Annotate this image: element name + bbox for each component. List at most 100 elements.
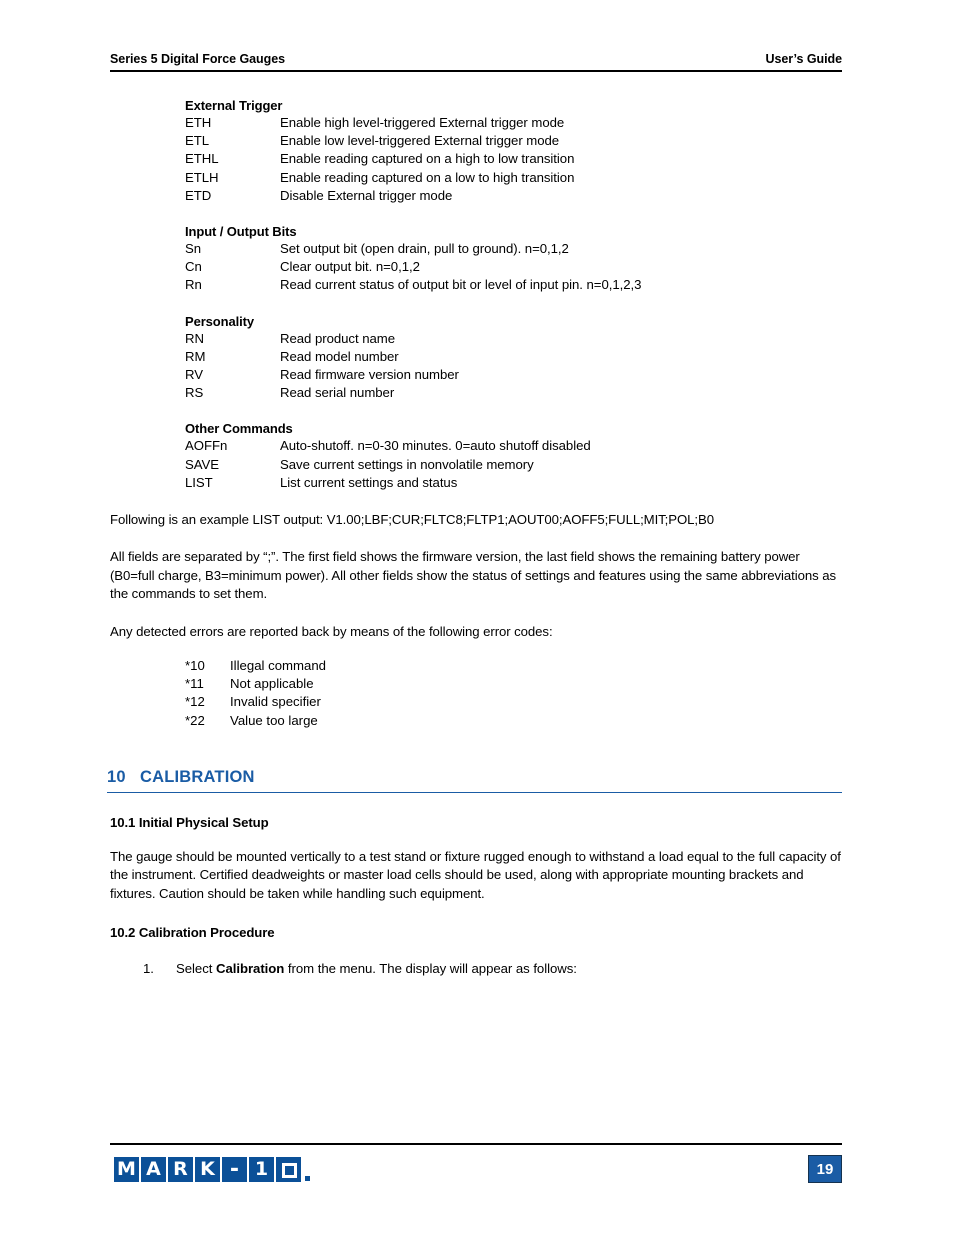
command-description: Enable reading captured on a high to low…: [280, 151, 575, 167]
section-heading-10-2: 10.2 Calibration Procedure: [110, 925, 275, 941]
header-divider: [110, 70, 842, 72]
command-name: LIST: [185, 474, 213, 490]
command-name: AOFFn: [185, 438, 228, 454]
command-group-title: Input / Output Bits: [185, 224, 297, 240]
command-name: SAVE: [185, 456, 220, 472]
error-code: *22: [185, 712, 205, 728]
command-row: RV Read firmware version number: [185, 366, 842, 384]
logo-letter-box: -: [222, 1157, 247, 1182]
error-code: *10: [185, 658, 205, 674]
command-name: RV: [185, 367, 203, 383]
logo-period: [305, 1176, 310, 1181]
command-description: Disable External trigger mode: [280, 187, 453, 203]
chapter-divider: [107, 791, 842, 793]
section-10-1-body: The gauge should be mounted vertically t…: [110, 848, 841, 901]
page-content: Series 5 Digital Force Gauges User’s Gui…: [107, 52, 842, 979]
chapter-heading: 10 CALIBRATION: [107, 768, 842, 793]
command-description: Read firmware version number: [280, 367, 459, 383]
command-row: ETD Disable External trigger mode: [185, 187, 842, 205]
command-name: RS: [185, 385, 204, 401]
procedure-step-1: 1. Select Calibration from the menu. The…: [143, 960, 842, 978]
command-row: ETH Enable high level-triggered External…: [185, 114, 842, 132]
command-description: Read current status of output bit or lev…: [280, 277, 642, 293]
command-row: ETL Enable low level-triggered External …: [185, 132, 842, 150]
logo-letter: M: [117, 1158, 136, 1180]
command-description: Read serial number: [280, 385, 395, 401]
step-number: 1.: [143, 961, 154, 977]
command-row: LIST List current settings and status: [185, 474, 842, 492]
error-code-list: *10 Illegal command *11 Not applicable *…: [185, 657, 842, 730]
command-row: Cn Clear output bit. n=0,1,2: [185, 258, 842, 276]
command-group-personality: Personality RN Read product name RM Read…: [110, 314, 842, 403]
error-code-row: *22 Value too large: [185, 712, 842, 730]
logo-letter: R: [173, 1158, 188, 1180]
error-code: *12: [185, 694, 205, 710]
command-name: Cn: [185, 259, 202, 275]
command-name: RN: [185, 330, 204, 346]
command-row: ETHL Enable reading captured on a high t…: [185, 150, 842, 168]
command-group-input-output-bits: Input / Output Bits Sn Set output bit (o…: [110, 224, 842, 295]
command-group-other-commands: Other Commands AOFFn Auto-shutoff. n=0-3…: [110, 421, 842, 492]
step-text-prefix: Select: [176, 961, 216, 977]
command-name: Rn: [185, 277, 202, 293]
command-description: List current settings and status: [280, 474, 458, 490]
command-description: Set output bit (open drain, pull to grou…: [280, 241, 569, 257]
command-row: RM Read model number: [185, 348, 842, 366]
fields-explanation-paragraph: All fields are separated by “;”. The fir…: [110, 549, 836, 602]
section-heading-10-1: 10.1 Initial Physical Setup: [110, 814, 269, 830]
command-description: Read product name: [280, 330, 395, 346]
header-title-right: User’s Guide: [765, 52, 842, 66]
error-description: Value too large: [230, 712, 318, 728]
command-group-external-trigger: External Trigger ETH Enable high level-t…: [110, 98, 842, 205]
page-number-badge: 19: [808, 1155, 842, 1183]
document-page: Series 5 Digital Force Gauges User’s Gui…: [0, 0, 954, 1235]
running-header: Series 5 Digital Force Gauges User’s Gui…: [110, 52, 842, 66]
logo-letter: 1: [254, 1158, 269, 1180]
command-description: Read model number: [280, 348, 399, 364]
command-group-title: External Trigger: [185, 98, 283, 113]
command-name: ETH: [185, 115, 212, 130]
command-row: RN Read product name: [185, 330, 842, 348]
chapter-number: 10: [107, 767, 126, 786]
error-description: Not applicable: [230, 676, 314, 692]
command-name: ETLH: [185, 169, 219, 185]
error-code-row: *12 Invalid specifier: [185, 693, 842, 711]
logo-letter-box: R: [168, 1157, 193, 1182]
chapter-title: CALIBRATION: [140, 767, 255, 786]
step-text-emphasis: Calibration: [215, 961, 285, 977]
command-name: ETHL: [185, 151, 219, 167]
command-row: Sn Set output bit (open drain, pull to g…: [185, 240, 842, 258]
command-description: Clear output bit. n=0,1,2: [280, 259, 420, 275]
logo-letter-box: 0: [276, 1157, 301, 1182]
command-description: Enable low level-triggered External trig…: [280, 133, 560, 149]
page-footer: M A R K - 1 0 19: [110, 1143, 842, 1197]
command-row: ETLH Enable reading captured on a low to…: [185, 169, 842, 187]
command-description: Save current settings in nonvolatile mem…: [280, 456, 534, 472]
command-row: Rn Read current status of output bit or …: [185, 276, 842, 294]
command-row: RS Read serial number: [185, 384, 842, 402]
command-name: Sn: [185, 241, 202, 257]
command-description: Enable high level-triggered External tri…: [280, 115, 565, 130]
error-description: Illegal command: [230, 658, 327, 674]
logo-letter-box: K: [195, 1157, 220, 1182]
logo-letter: -: [229, 1156, 240, 1182]
error-description: Invalid specifier: [230, 694, 321, 710]
error-code-row: *11 Not applicable: [185, 675, 842, 693]
logo-letter: K: [200, 1158, 215, 1180]
command-description: Enable reading captured on a low to high…: [280, 169, 575, 185]
logo-letter-box: A: [141, 1157, 166, 1182]
mark-10-logo: M A R K - 1 0: [114, 1157, 310, 1182]
logo-letter: A: [146, 1158, 161, 1180]
logo-letter-box: 1: [249, 1157, 274, 1182]
command-group-title: Other Commands: [185, 421, 293, 437]
command-name: ETD: [185, 187, 212, 203]
command-name: ETL: [185, 133, 210, 149]
command-name: RM: [185, 348, 206, 364]
step-text: Select Calibration from the menu. The di…: [176, 960, 577, 978]
list-output-example-paragraph: Following is an example LIST output: V1.…: [110, 512, 714, 528]
command-row: AOFFn Auto-shutoff. n=0-30 minutes. 0=au…: [185, 437, 842, 455]
command-group-title: Personality: [185, 313, 254, 329]
header-title-left: Series 5 Digital Force Gauges: [110, 52, 286, 66]
error-code-row: *10 Illegal command: [185, 657, 842, 675]
error-code: *11: [185, 676, 204, 692]
